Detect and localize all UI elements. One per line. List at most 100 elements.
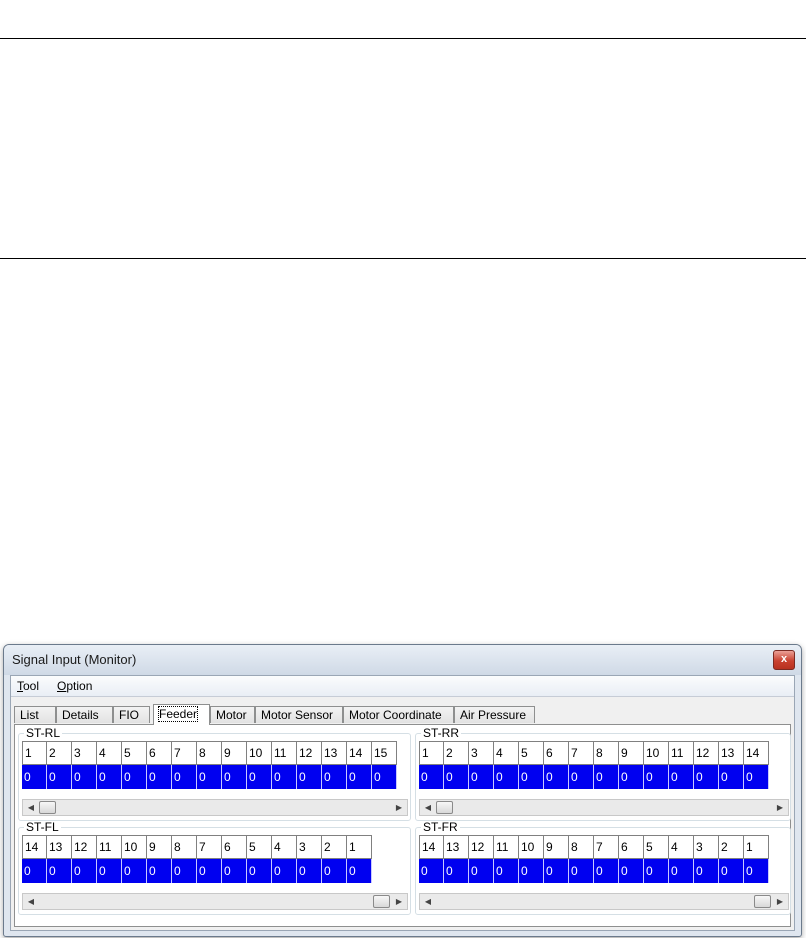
scroll-right-arrow-icon[interactable]: ▶	[391, 894, 407, 909]
value-cell[interactable]: 0	[347, 765, 372, 789]
column-header[interactable]: 9	[147, 835, 172, 859]
value-cell[interactable]: 0	[322, 765, 347, 789]
column-header[interactable]: 3	[694, 835, 719, 859]
value-cell[interactable]: 0	[72, 765, 97, 789]
scroll-right-arrow-icon[interactable]: ▶	[391, 800, 407, 815]
tab-motor-coordinate[interactable]: Motor Coordinate	[343, 706, 454, 723]
value-cell[interactable]: 0	[372, 765, 397, 789]
scroll-right-arrow-icon[interactable]: ▶	[772, 800, 788, 815]
column-header[interactable]: 13	[47, 835, 72, 859]
value-cell[interactable]: 0	[147, 859, 172, 883]
column-header[interactable]: 10	[122, 835, 147, 859]
value-cell[interactable]: 0	[494, 765, 519, 789]
column-header[interactable]: 8	[172, 835, 197, 859]
column-header[interactable]: 10	[519, 835, 544, 859]
column-header[interactable]: 14	[744, 741, 769, 765]
st-rr-value-row[interactable]: 0 0 0 0 0 0 0 0 0 0 0 0 0 0	[419, 765, 769, 789]
value-cell[interactable]: 0	[644, 765, 669, 789]
tab-details[interactable]: Details	[56, 706, 113, 723]
value-cell[interactable]: 0	[694, 859, 719, 883]
value-cell[interactable]: 0	[272, 859, 297, 883]
value-cell[interactable]: 0	[569, 859, 594, 883]
column-header[interactable]: 12	[469, 835, 494, 859]
scroll-left-arrow-icon[interactable]: ◀	[23, 894, 39, 909]
column-header[interactable]: 4	[494, 741, 519, 765]
column-header[interactable]: 10	[644, 741, 669, 765]
value-cell[interactable]: 0	[147, 765, 172, 789]
value-cell[interactable]: 0	[22, 765, 47, 789]
column-header[interactable]: 15	[372, 741, 397, 765]
column-header[interactable]: 7	[569, 741, 594, 765]
value-cell[interactable]: 0	[544, 765, 569, 789]
value-cell[interactable]: 0	[744, 859, 769, 883]
column-header[interactable]: 6	[147, 741, 172, 765]
value-cell[interactable]: 0	[297, 859, 322, 883]
column-header[interactable]: 14	[22, 835, 47, 859]
st-rl-horizontal-scrollbar[interactable]: ◀ ▶	[22, 799, 408, 816]
value-cell[interactable]: 0	[619, 859, 644, 883]
value-cell[interactable]: 0	[469, 859, 494, 883]
value-cell[interactable]: 0	[222, 859, 247, 883]
value-cell[interactable]: 0	[247, 859, 272, 883]
value-cell[interactable]: 0	[644, 859, 669, 883]
column-header[interactable]: 7	[172, 741, 197, 765]
column-header[interactable]: 9	[222, 741, 247, 765]
value-cell[interactable]: 0	[669, 765, 694, 789]
title-bar[interactable]: Signal Input (Monitor) x	[4, 645, 801, 675]
value-cell[interactable]: 0	[619, 765, 644, 789]
value-cell[interactable]: 0	[247, 765, 272, 789]
value-cell[interactable]: 0	[519, 765, 544, 789]
column-header[interactable]: 5	[122, 741, 147, 765]
tab-feeder[interactable]: Feeder	[153, 704, 210, 725]
column-header[interactable]: 11	[97, 835, 122, 859]
value-cell[interactable]: 0	[494, 859, 519, 883]
value-cell[interactable]: 0	[419, 859, 444, 883]
scroll-thumb[interactable]	[39, 801, 56, 814]
value-cell[interactable]: 0	[569, 765, 594, 789]
st-rr-horizontal-scrollbar[interactable]: ◀ ▶	[419, 799, 789, 816]
column-header[interactable]: 5	[644, 835, 669, 859]
value-cell[interactable]: 0	[544, 859, 569, 883]
scroll-left-arrow-icon[interactable]: ◀	[420, 800, 436, 815]
column-header[interactable]: 5	[247, 835, 272, 859]
column-header[interactable]: 13	[444, 835, 469, 859]
column-header[interactable]: 12	[72, 835, 97, 859]
tab-motor-sensor[interactable]: Motor Sensor	[255, 706, 343, 723]
value-cell[interactable]: 0	[172, 859, 197, 883]
column-header[interactable]: 11	[272, 741, 297, 765]
value-cell[interactable]: 0	[197, 765, 222, 789]
value-cell[interactable]: 0	[122, 765, 147, 789]
scroll-thumb[interactable]	[436, 801, 453, 814]
column-header[interactable]: 3	[72, 741, 97, 765]
value-cell[interactable]: 0	[97, 765, 122, 789]
column-header[interactable]: 11	[669, 741, 694, 765]
value-cell[interactable]: 0	[47, 859, 72, 883]
column-header[interactable]: 1	[22, 741, 47, 765]
column-header[interactable]: 3	[297, 835, 322, 859]
column-header[interactable]: 13	[322, 741, 347, 765]
value-cell[interactable]: 0	[594, 859, 619, 883]
value-cell[interactable]: 0	[719, 859, 744, 883]
st-fl-value-row[interactable]: 0 0 0 0 0 0 0 0 0 0 0 0 0 0	[22, 859, 372, 883]
column-header[interactable]: 2	[719, 835, 744, 859]
value-cell[interactable]: 0	[669, 859, 694, 883]
column-header[interactable]: 2	[322, 835, 347, 859]
scroll-thumb[interactable]	[373, 895, 390, 908]
column-header[interactable]: 9	[544, 835, 569, 859]
column-header[interactable]: 7	[197, 835, 222, 859]
close-button[interactable]: x	[773, 650, 795, 670]
value-cell[interactable]: 0	[122, 859, 147, 883]
column-header[interactable]: 10	[247, 741, 272, 765]
column-header[interactable]: 6	[544, 741, 569, 765]
column-header[interactable]: 5	[519, 741, 544, 765]
value-cell[interactable]: 0	[694, 765, 719, 789]
column-header[interactable]: 1	[419, 741, 444, 765]
column-header[interactable]: 8	[197, 741, 222, 765]
value-cell[interactable]: 0	[744, 765, 769, 789]
st-fr-value-row[interactable]: 0 0 0 0 0 0 0 0 0 0 0 0 0 0	[419, 859, 769, 883]
column-header[interactable]: 8	[594, 741, 619, 765]
column-header[interactable]: 12	[694, 741, 719, 765]
menu-option[interactable]: Option	[57, 679, 92, 693]
scroll-left-arrow-icon[interactable]: ◀	[23, 800, 39, 815]
value-cell[interactable]: 0	[172, 765, 197, 789]
